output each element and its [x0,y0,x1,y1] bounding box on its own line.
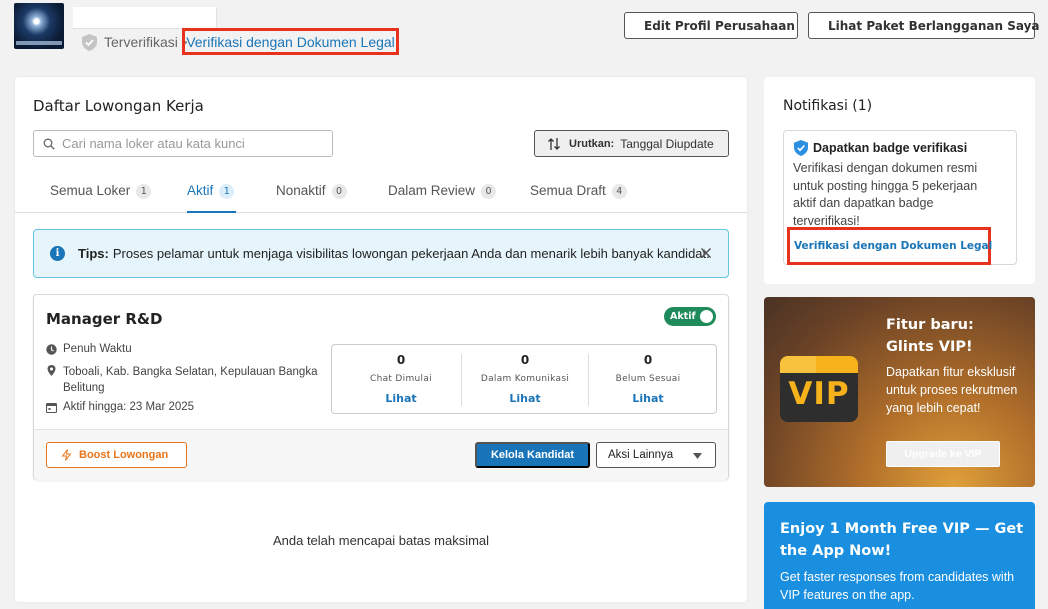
shield-check-icon [794,140,808,156]
more-actions-label: Aksi Lainnya [608,449,674,461]
job-list-panel: Daftar Lowongan Kerja Urutkan: Tanggal D… [15,77,747,602]
tab-label: Dalam Review [388,183,476,198]
toggle-knob [700,310,713,323]
tips-banner: i Tips: Proses pelamar untuk menjaga vis… [33,229,729,278]
tab-label: Nonaktif [276,183,326,198]
upgrade-vip-button[interactable]: Upgrade ke VIP [886,441,1000,467]
header: Terverifikasi Verifikasi dengan Dokumen … [0,0,1048,60]
search-box[interactable] [33,130,333,157]
tips-text: Proses pelamar untuk menjaga visibilitas… [112,246,710,261]
stat-label: Dalam Komunikasi [480,374,570,384]
info-icon: i [50,246,65,261]
tab-count-badge: 4 [611,184,627,199]
verification-status: Terverifikasi [82,32,193,52]
calendar-icon [46,402,57,413]
job-active-toggle[interactable]: Aktif [664,307,716,326]
stat-not-suitable: 0 Belum Sesuai Lihat [584,345,712,415]
vip-promo-card: VIP Fitur baru: Glints VIP! Dapatkan fit… [764,297,1035,487]
job-title[interactable]: Manager R&D [46,310,162,328]
tab-count-badge: 1 [219,184,235,199]
lightning-icon [61,449,72,461]
close-icon[interactable] [700,247,712,259]
clock-icon [46,344,57,355]
tab-count-badge: 0 [481,184,497,199]
view-subscription-button[interactable]: Lihat Paket Berlangganan Saya [808,12,1039,39]
location-pin-icon [47,365,56,376]
edit-company-profile-label: Edit Profil Perusahaan [644,18,795,33]
stat-value: 0 [396,353,406,367]
sort-label: Urutkan: [569,137,615,150]
sort-value: Tanggal Diupdate [620,136,714,151]
tips-heading: Tips: [78,246,109,261]
app-promo-title: Enjoy 1 Month Free VIP — Get the App Now… [780,521,1024,559]
notification-heading: Dapatkan badge verifikasi [794,140,967,156]
job-location-text: Toboali, Kab. Bangka Selatan, Kepulauan … [63,366,318,394]
sort-button[interactable]: Urutkan: Tanggal Diupdate [534,130,729,157]
company-logo [14,3,64,49]
page-title: Daftar Lowongan Kerja [33,97,204,115]
job-type: Penuh Waktu [46,343,132,355]
app-promo-card[interactable]: Enjoy 1 Month Free VIP — Get the App Now… [764,502,1035,609]
tab-dalam-review[interactable]: Dalam Review 0 [388,183,497,213]
notification-body: Verifikasi dengan dokumen resmi untuk po… [793,161,978,228]
job-card: Manager R&D Aktif Penuh Waktu Toboali, K… [33,294,729,480]
tab-aktif[interactable]: Aktif 1 [187,183,237,213]
stat-view-link[interactable]: Lihat [337,392,465,405]
view-subscription-label: Lihat Paket Berlangganan Saya [828,18,1040,33]
job-card-footer: Boost Lowongan Kelola Kandidat Aksi Lain… [34,429,728,480]
app-promo-description: Get faster responses from candidates wit… [780,570,1015,602]
edit-company-profile-button[interactable]: Edit Profil Perusahaan [624,12,798,39]
job-type-text: Penuh Waktu [63,343,132,355]
tab-label: Semua Loker [50,183,131,198]
stat-value: 0 [643,353,653,367]
candidate-stats: 0 Chat Dimulai Lihat 0 Dalam Komunikasi … [331,344,717,414]
vip-badge-text: VIP [788,376,850,412]
search-input[interactable] [62,136,322,151]
limit-reached-message: Anda telah mencapai batas maksimal [272,533,490,548]
job-active-until-text: Aktif hingga: 23 Mar 2025 [63,401,195,413]
shield-check-icon [82,33,97,51]
company-name-box [73,7,217,29]
stat-value: 0 [520,353,530,367]
caret-down-icon [693,453,702,459]
job-status-tabs: Semua Loker 1 Aktif 1 Nonaktif 0 Dalam Revi… [15,175,747,213]
boost-job-button[interactable]: Boost Lowongan [46,442,187,468]
sort-arrows-icon [548,137,560,150]
boost-job-label: Boost Lowongan [79,449,169,461]
toggle-label: Aktif [670,311,696,322]
stat-view-link[interactable]: Lihat [462,392,588,405]
tab-count-badge: 0 [331,184,347,199]
stat-view-link[interactable]: Lihat [584,392,712,405]
job-location: Toboali, Kab. Bangka Selatan, Kepulauan … [46,364,326,396]
notification-verify-link[interactable]: Verifikasi dengan Dokumen Legal [787,227,992,265]
tab-semua-loker[interactable]: Semua Loker 1 [50,183,152,213]
tab-count-badge: 1 [136,184,152,199]
vip-description: Dapatkan fitur eksklusif untuk proses re… [886,365,1018,415]
tab-label: Aktif [187,183,214,198]
tab-nonaktif[interactable]: Nonaktif 0 [276,183,347,213]
stat-label: Chat Dimulai [370,374,432,384]
tab-label: Semua Draft [530,183,606,198]
stat-chat-started: 0 Chat Dimulai Lihat [337,345,465,415]
stat-in-communication: 0 Dalam Komunikasi Lihat [461,353,589,406]
stat-label: Belum Sesuai [615,374,681,384]
manage-candidates-button[interactable]: Kelola Kandidat [475,442,590,468]
notification-heading-text: Dapatkan badge verifikasi [813,141,968,155]
job-active-until: Aktif hingga: 23 Mar 2025 [46,401,194,413]
verify-legal-doc-link[interactable]: Verifikasi dengan Dokumen Legal [182,28,399,55]
search-icon [43,138,55,150]
tab-semua-draft[interactable]: Semua Draft 4 [530,183,627,213]
vip-title: Fitur baru: Glints VIP! [886,317,974,355]
more-actions-dropdown[interactable]: Aksi Lainnya [596,442,716,468]
verified-label: Terverifikasi [104,34,178,50]
vip-badge-icon: VIP [780,356,858,422]
notifications-title: Notifikasi (1) [783,98,873,114]
